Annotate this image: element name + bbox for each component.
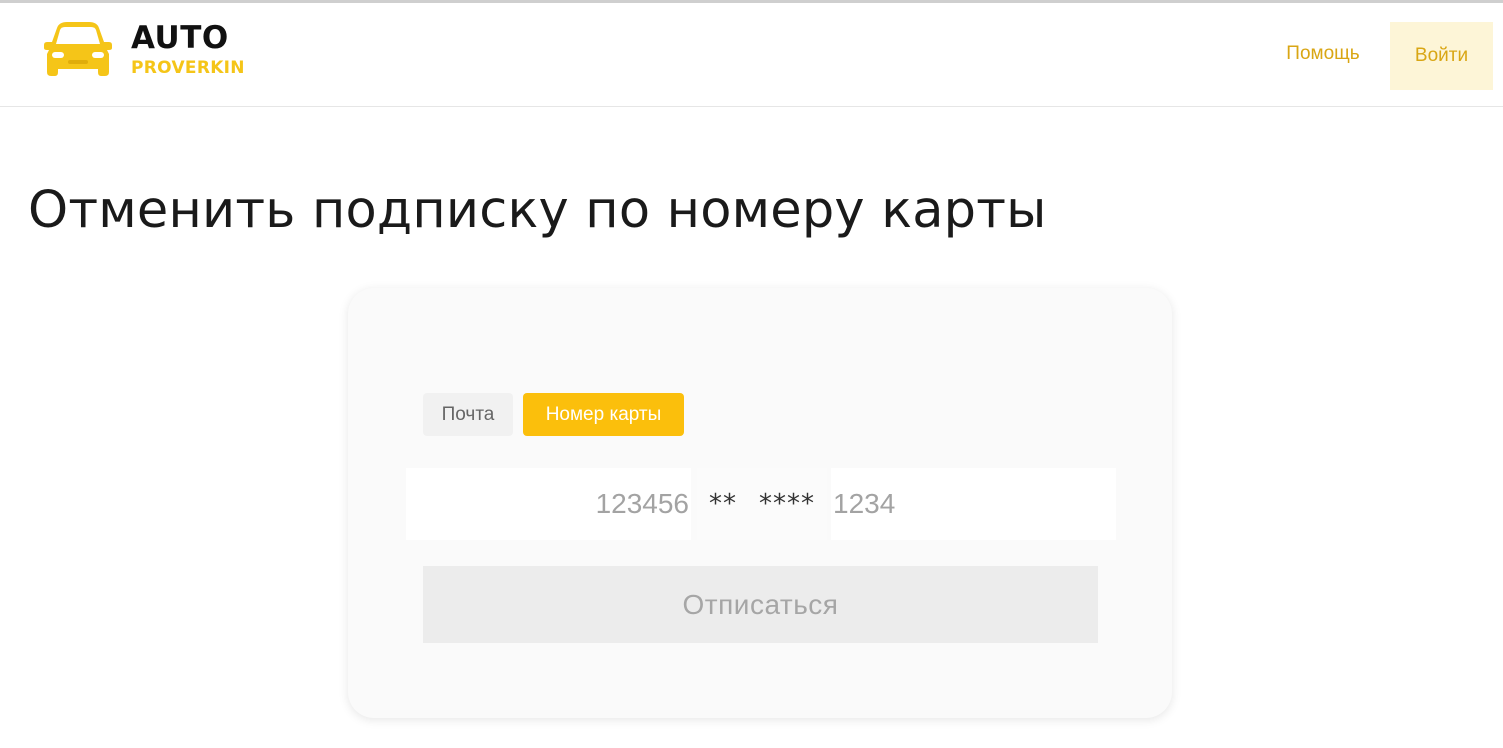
unsubscribe-card: Почта Номер карты 123456 ** **** 1234 От… [348, 288, 1172, 718]
site-logo[interactable]: AUTO PROVERKIN [43, 19, 245, 81]
card-number-input-group: 123456 ** **** 1234 [406, 468, 1116, 540]
card-mask-group-a: ** [709, 489, 737, 519]
card-first-digits-field[interactable]: 123456 [406, 468, 691, 540]
page-title: Отменить подписку по номеру карты [28, 181, 1047, 240]
help-link[interactable]: Помощь [1268, 31, 1378, 77]
logo-primary-text: AUTO [131, 20, 229, 56]
tab-card-number[interactable]: Номер карты [523, 393, 684, 436]
card-masked-digits: ** **** [697, 468, 827, 540]
card-last-digits-field[interactable]: 1234 [831, 468, 1116, 540]
tab-email[interactable]: Почта [423, 393, 513, 436]
card-first-digits-placeholder: 123456 [595, 488, 689, 519]
site-header: AUTO PROVERKIN Помощь Войти [0, 3, 1503, 107]
card-last-digits-placeholder: 1234 [833, 488, 896, 519]
login-button[interactable]: Войти [1390, 22, 1493, 90]
card-mask-group-b: **** [759, 489, 815, 519]
car-icon [44, 22, 112, 76]
logo-secondary-text: PROVERKIN [131, 58, 245, 78]
unsubscribe-button[interactable]: Отписаться [423, 566, 1098, 643]
